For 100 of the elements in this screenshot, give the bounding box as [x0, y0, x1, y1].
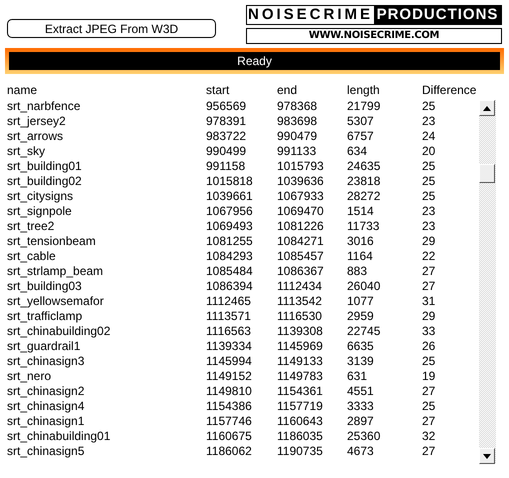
table-cell-text: 29	[422, 234, 436, 249]
table-cell-text: 990479	[277, 129, 318, 144]
table-cell-text: 3016	[347, 234, 375, 249]
table-cell-text: srt_narbfence	[7, 100, 82, 114]
table-cell-text: 956569	[206, 100, 248, 114]
table-cell-text: 23	[422, 204, 436, 219]
column-header: Difference	[422, 84, 478, 97]
table-cell-text: 27	[422, 264, 436, 279]
table-cell-text: 990499	[206, 144, 248, 159]
table-cell-text: 22	[422, 249, 436, 264]
table-cell-text: 27	[422, 444, 436, 459]
column-header: length	[347, 84, 381, 97]
table-cell-text: 978368	[277, 100, 318, 114]
table-cell-text: srt_chinasign2	[7, 384, 86, 399]
table-cell-text: 978391	[206, 114, 248, 129]
table-cell-text: 31	[422, 294, 436, 309]
table-cell-text: srt_building02	[7, 174, 83, 189]
table-cell-text: 1112465	[206, 294, 252, 309]
table-cell-text: 25	[422, 159, 436, 174]
table-cell-text: srt_chinasign5	[7, 444, 86, 459]
table-cell-text: 24635	[347, 159, 382, 174]
table-cell-text: 1186062	[206, 444, 253, 459]
table-cell-text: 25	[422, 189, 436, 204]
table-cell-text: 32	[422, 429, 436, 444]
table-cell-text: 1145969	[277, 339, 324, 354]
table-cell-text: 991158	[206, 159, 246, 174]
table-cell-text: 983698	[277, 114, 318, 129]
table-cell-text: 983722	[206, 129, 248, 144]
table-cell-text: 6757	[347, 129, 375, 144]
column-header: start	[206, 84, 230, 97]
table-cell-text: 1145994	[206, 354, 253, 369]
table-cell-text: 23818	[347, 174, 382, 189]
up-arrow-icon	[483, 106, 491, 110]
table-cell-text: srt_chinabuilding01	[7, 429, 112, 444]
table-cell-text: 27	[422, 414, 436, 429]
down-arrow-icon	[483, 454, 491, 458]
table-cell-text: 1186035	[277, 429, 324, 444]
table-cell-text: 2897	[347, 414, 375, 429]
table-cell-text: srt_chinasign3	[7, 354, 86, 369]
table-cell-text: 26040	[347, 279, 382, 294]
table-cell-text: 1139308	[277, 324, 324, 339]
table-cell-text: 3333	[347, 399, 375, 414]
table-cell-text: 23	[422, 219, 436, 234]
table-cell-text: srt_tree2	[7, 219, 56, 234]
table-cell-text: 1015793	[277, 159, 325, 174]
table-cell-text: 1084271	[277, 234, 325, 249]
table-cell-text: srt_chinasign4	[7, 399, 86, 414]
table-cell-text: 24	[422, 129, 436, 144]
table-cell-text: 2959	[347, 309, 375, 324]
table-cell-text: 28272	[347, 189, 382, 204]
table-cell-text: 19	[422, 369, 436, 384]
table-cell-text: 5307	[347, 114, 375, 129]
table-cell-text: 22745	[347, 324, 382, 339]
table-cell-text: 1160643	[277, 414, 324, 429]
table-cell-text: srt_tensionbeam	[7, 234, 97, 249]
table-cell-text: 634	[347, 144, 368, 159]
table-cell-text: 1154361	[277, 384, 324, 399]
table-cell-text: srt_chinabuilding02	[7, 324, 112, 339]
table-cell-text: 1514	[347, 204, 375, 219]
table-cell-text: 1160675	[206, 429, 253, 444]
column-header: end	[277, 84, 298, 97]
table-cell-text: 1081226	[277, 219, 325, 234]
table-cell-text: srt_guardrail1	[7, 339, 82, 354]
table-cell-text: 1149783	[277, 369, 324, 384]
table-cell-text: 29	[422, 309, 436, 324]
table-cell-text: 1113542	[277, 294, 323, 309]
table-cell-text: 21799	[347, 100, 382, 114]
table-cell-text: 3139	[347, 354, 375, 369]
table-cell-text: 1067956	[206, 204, 254, 219]
scroll-up-button[interactable]	[479, 100, 495, 116]
table-cell-text: 25	[422, 174, 436, 189]
table-cell-text: 1149133	[277, 354, 324, 369]
table-cell-text: srt_citysigns	[7, 189, 74, 204]
table-cell-text: srt_strlamp_beam	[7, 264, 104, 279]
table-cell-text: 1081255	[206, 234, 254, 249]
table-cell-text: 631	[347, 369, 368, 384]
scroll-thumb[interactable]	[479, 164, 495, 183]
scrollbar[interactable]	[479, 100, 496, 464]
column-header: name	[7, 84, 38, 97]
table-cell-text: 11733	[347, 219, 380, 234]
table-cell-text: 23	[422, 114, 436, 129]
table-cell-text: 25	[422, 100, 436, 114]
table-cell-text: srt_chinasign1	[7, 414, 86, 429]
table-cell-text: 20	[422, 144, 436, 159]
logo-text: PRODUCTIONS	[374, 6, 501, 24]
table-cell-text: 25	[422, 354, 436, 369]
table-cell-text: 25	[422, 399, 436, 414]
extract-button[interactable]: Extract JPEG From W3D	[7, 19, 216, 38]
table-cell-text: 27	[422, 384, 436, 399]
table-cell-text: srt_building01	[7, 159, 83, 174]
scroll-down-button[interactable]	[479, 448, 495, 464]
table-cell-text: 1015818	[206, 174, 254, 189]
table-cell-text: 27	[422, 279, 436, 294]
table-cell-text: 1116563	[206, 324, 252, 339]
table-cell-text: 1154386	[206, 399, 253, 414]
table-cell-text: 1149810	[206, 384, 253, 399]
table-cell-text: 1113571	[206, 309, 252, 324]
table-cell-text: 4673	[347, 444, 375, 459]
table-cell-text: srt_yellowsemafor	[7, 294, 105, 309]
table-cell-text: 1190735	[277, 444, 324, 459]
